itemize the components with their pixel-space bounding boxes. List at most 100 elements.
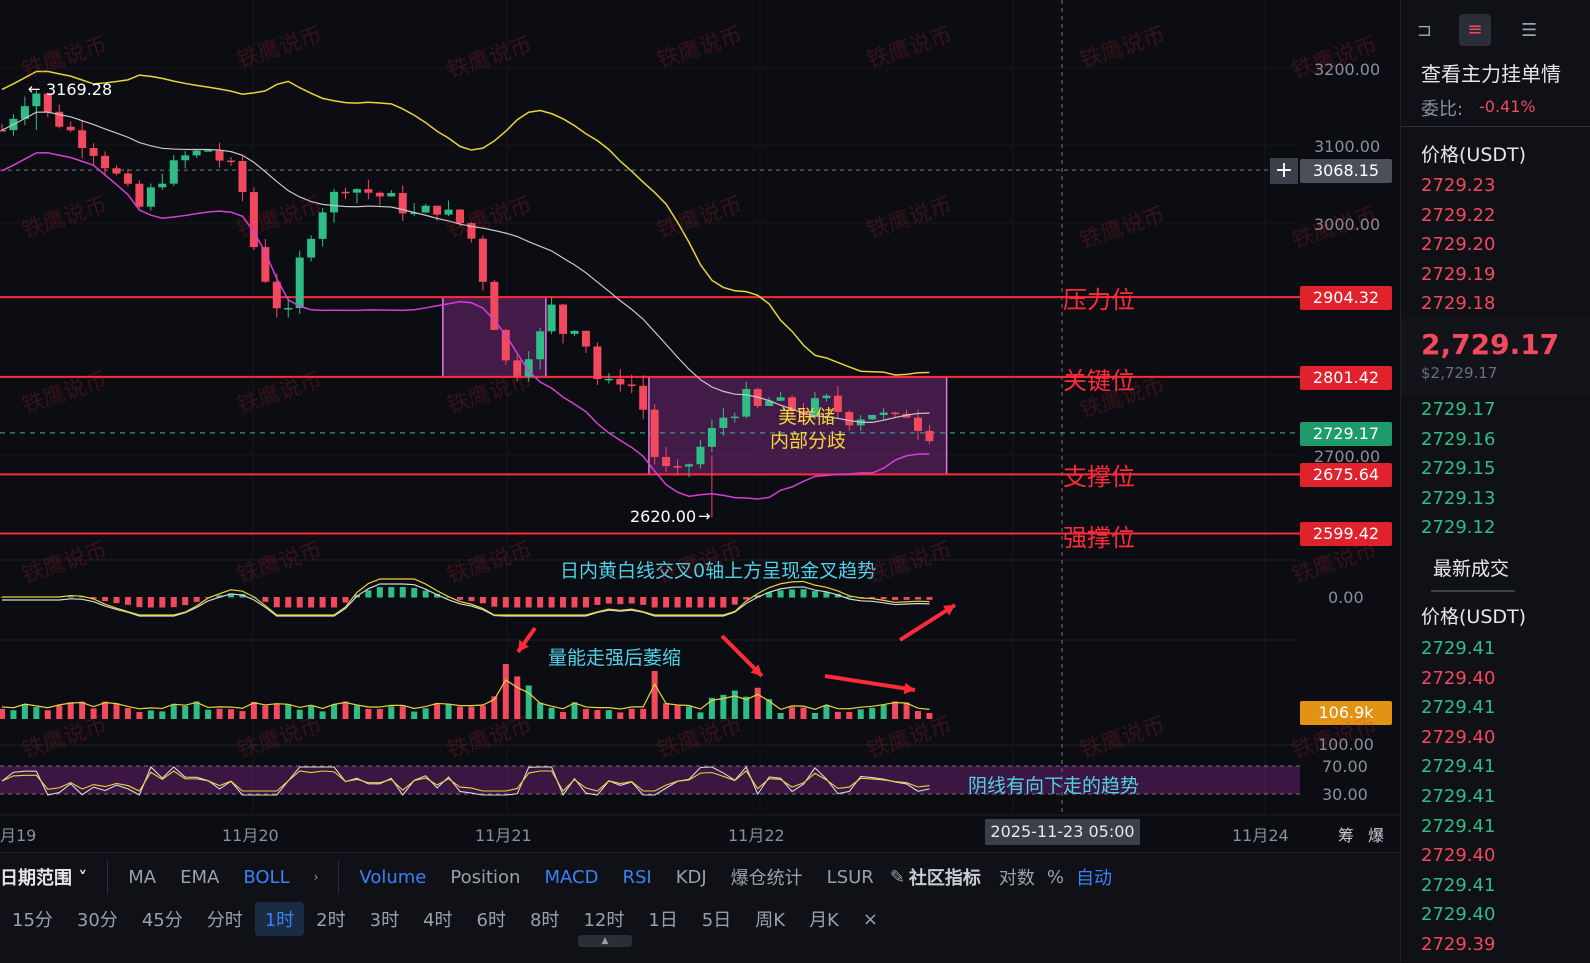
bid-price[interactable]: 2729.17 [1421, 399, 1495, 420]
volume-bar [44, 710, 51, 719]
macd-histogram-bar [170, 597, 177, 608]
crosshair-plus-icon[interactable]: + [1270, 158, 1298, 184]
timeframe-10[interactable]: 12时 [571, 906, 636, 932]
macd-histogram-bar [594, 597, 601, 605]
bid-price[interactable]: 2729.15 [1421, 458, 1495, 479]
candle-body [295, 257, 304, 309]
indicator-lsur[interactable]: LSUR [815, 867, 886, 888]
log-scale-toggle[interactable]: 对数 [993, 864, 1041, 890]
edit-icon[interactable]: ✎ [886, 867, 909, 888]
orderbook-list-icon[interactable]: ☰ [1521, 20, 1537, 41]
close-icon[interactable]: × [851, 909, 890, 930]
auto-scale-toggle[interactable]: 自动 [1070, 864, 1118, 890]
orderbook-both-icon[interactable]: ≡ [1459, 14, 1491, 46]
ask-price[interactable]: 2729.18 [1421, 293, 1495, 314]
liquidation-button[interactable]: 爆 [1368, 822, 1384, 846]
trades-title[interactable]: 最新成交 [1433, 554, 1509, 581]
x-tick-label: 11月21 [475, 826, 532, 845]
macd-histogram-bar [159, 597, 166, 608]
timeframe-1[interactable]: 30分 [65, 906, 130, 932]
ratio-value: -0.41% [1479, 97, 1536, 116]
volume-bar [892, 701, 899, 719]
volume-bar [697, 712, 704, 719]
macd-histogram-bar [136, 597, 143, 608]
timeframe-0[interactable]: 15分 [0, 906, 65, 932]
bid-price[interactable]: 2729.16 [1421, 429, 1495, 450]
macd-histogram-bar [502, 597, 509, 608]
rsi-tick: 100.00 [1318, 735, 1374, 754]
volume-bar [445, 704, 452, 719]
timeframe-3[interactable]: 分时 [195, 906, 255, 932]
indicator-kdj[interactable]: KDJ [664, 867, 719, 888]
candle-body [181, 155, 190, 161]
trade-price: 2729.41 [1421, 786, 1496, 807]
volume-tag: 106.9k [1300, 701, 1392, 725]
rsi-tick: 30.00 [1322, 785, 1368, 804]
high-annotation: 3169.28 [46, 80, 113, 99]
volume-bar [170, 704, 177, 719]
candle-body [249, 192, 258, 248]
candle-body [478, 238, 487, 282]
indicator-boll[interactable]: BOLL [231, 867, 301, 888]
community-indicators[interactable]: 社区指标 [909, 864, 993, 890]
level-price-tag: 2599.42 [1300, 522, 1392, 546]
level-name: 强撑位 [1063, 524, 1135, 552]
ask-price[interactable]: 2729.22 [1421, 205, 1495, 226]
chip-distribution-button[interactable]: 筹 [1338, 822, 1354, 846]
timeframe-6[interactable]: 3时 [358, 906, 411, 932]
candle-body [89, 148, 98, 156]
indicator-ma[interactable]: MA [116, 867, 168, 888]
volume-bar [193, 701, 200, 719]
volume-bar [457, 706, 463, 719]
candle-body [742, 389, 751, 417]
bid-price[interactable]: 2729.13 [1421, 488, 1495, 509]
indicator-position[interactable]: Position [438, 867, 532, 888]
chevron-right-icon[interactable]: › [302, 870, 331, 884]
volume-bar [124, 708, 131, 719]
percent-scale-toggle[interactable]: % [1041, 867, 1070, 888]
panel-title[interactable]: 查看主力挂单情 [1421, 58, 1561, 87]
timeframe-9[interactable]: 8时 [518, 906, 571, 932]
volume-bar [800, 707, 807, 719]
macd-histogram-bar [182, 597, 189, 606]
timeframe-13[interactable]: 周K [743, 906, 797, 932]
chart-area[interactable]: 3200.00 3100.00 3000.00 2700.00 + 3068.1… [0, 0, 1400, 852]
bid-price[interactable]: 2729.12 [1421, 517, 1495, 538]
timeframe-4[interactable]: 1时 [254, 902, 305, 936]
chart-toolbar: 日期范围 ˅ MA EMA BOLL › Volume Position MAC… [0, 852, 1400, 963]
ask-price[interactable]: 2729.23 [1421, 175, 1495, 196]
timeframe-7[interactable]: 4时 [411, 906, 464, 932]
candle-body [673, 466, 682, 468]
volume-bar [479, 705, 486, 719]
indicator-liquidation[interactable]: 爆仓统计 [719, 864, 815, 890]
volume-bar [365, 708, 372, 719]
indicator-rsi[interactable]: RSI [610, 867, 663, 888]
date-range-button[interactable]: 日期范围 ˅ [0, 864, 99, 890]
ask-price[interactable]: 2729.19 [1421, 264, 1495, 285]
collapse-handle[interactable]: ▲ [578, 935, 632, 947]
candlestick-chart[interactable] [0, 0, 1400, 852]
candle-body [536, 331, 545, 360]
indicator-ema[interactable]: EMA [168, 867, 231, 888]
volume-bar [514, 676, 521, 719]
indicator-macd[interactable]: MACD [532, 867, 610, 888]
volume-bar [869, 707, 876, 719]
candle-body [547, 304, 556, 332]
volume-bar [502, 664, 509, 719]
timeframe-2[interactable]: 45分 [130, 906, 195, 932]
x-tick-label: 11月24 [1232, 826, 1289, 845]
timeframe-5[interactable]: 2时 [304, 906, 357, 932]
volume-ma-line [1, 679, 930, 711]
volume-bar [651, 671, 658, 719]
timeframe-12[interactable]: 5日 [690, 906, 743, 932]
timeframe-14[interactable]: 月K [797, 906, 851, 932]
orderbook-icon[interactable]: ⊐ [1417, 20, 1432, 41]
date-range-label: 日期范围 [0, 868, 72, 889]
timeframe-8[interactable]: 6时 [465, 906, 518, 932]
x-tick-label: 月19 [0, 826, 37, 845]
indicator-volume[interactable]: Volume [347, 867, 438, 888]
ask-price[interactable]: 2729.20 [1421, 234, 1495, 255]
volume-bar [136, 711, 143, 719]
macd-histogram-bar [811, 591, 818, 598]
timeframe-11[interactable]: 1日 [636, 906, 689, 932]
